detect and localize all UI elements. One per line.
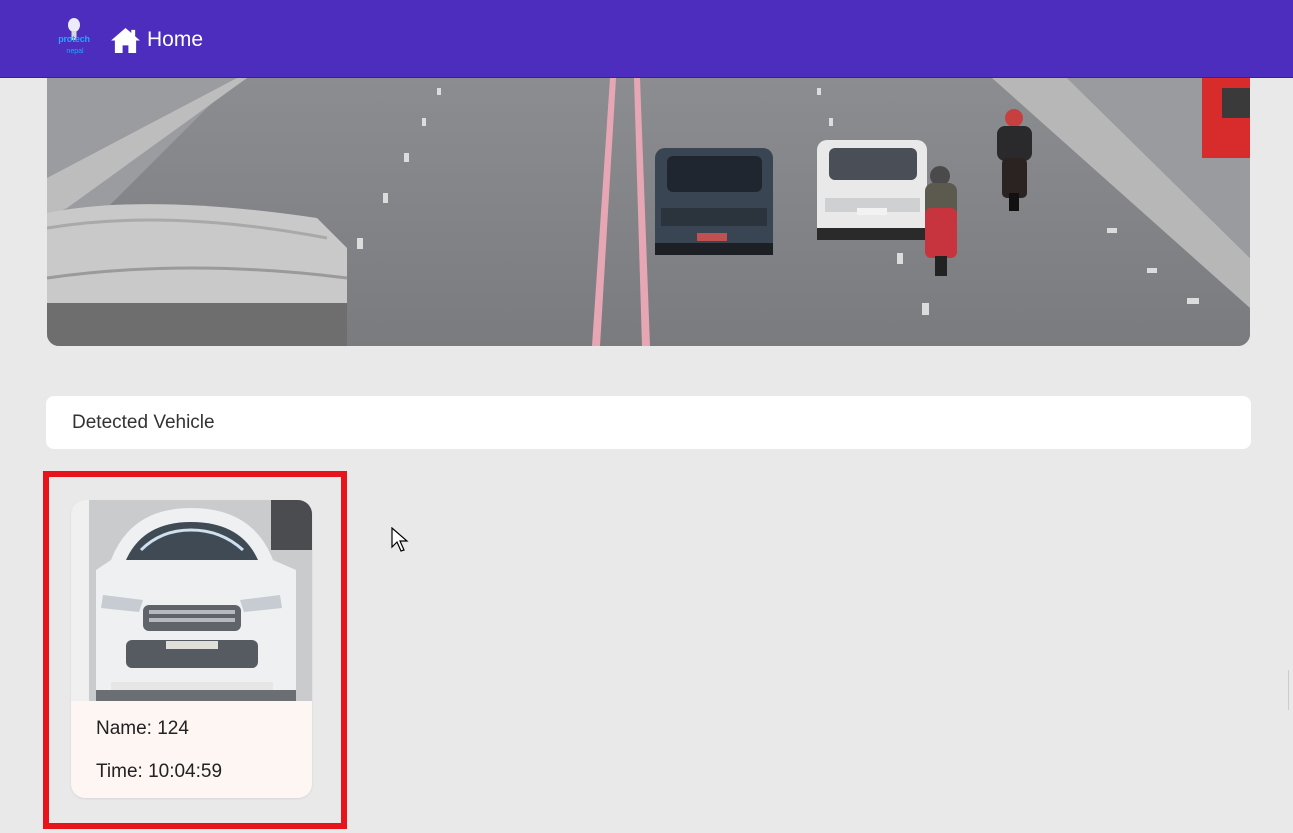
road-scene-image [47, 78, 1250, 346]
top-navbar: protech nepal Home [0, 0, 1293, 78]
traffic-camera-banner [47, 78, 1250, 346]
logo-text: protech [58, 34, 90, 44]
home-label: Home [147, 28, 204, 51]
scrollbar-edge[interactable] [1288, 670, 1293, 710]
detected-vehicle-header: Detected Vehicle [46, 396, 1251, 449]
mouse-cursor-icon [391, 527, 409, 552]
vehicle-name: Name: 124 [96, 718, 189, 739]
section-title: Detected Vehicle [72, 411, 215, 433]
vehicle-card[interactable]: Name: 124 Time: 10:04:59 [71, 500, 312, 798]
vehicle-thumbnail [71, 500, 312, 701]
logo-subtext: nepal [66, 48, 84, 55]
brand-logo[interactable]: protech nepal [47, 18, 101, 62]
home-link[interactable]: Home [110, 25, 203, 55]
vehicle-time: Time: 10:04:59 [96, 761, 223, 782]
home-icon [111, 27, 140, 53]
